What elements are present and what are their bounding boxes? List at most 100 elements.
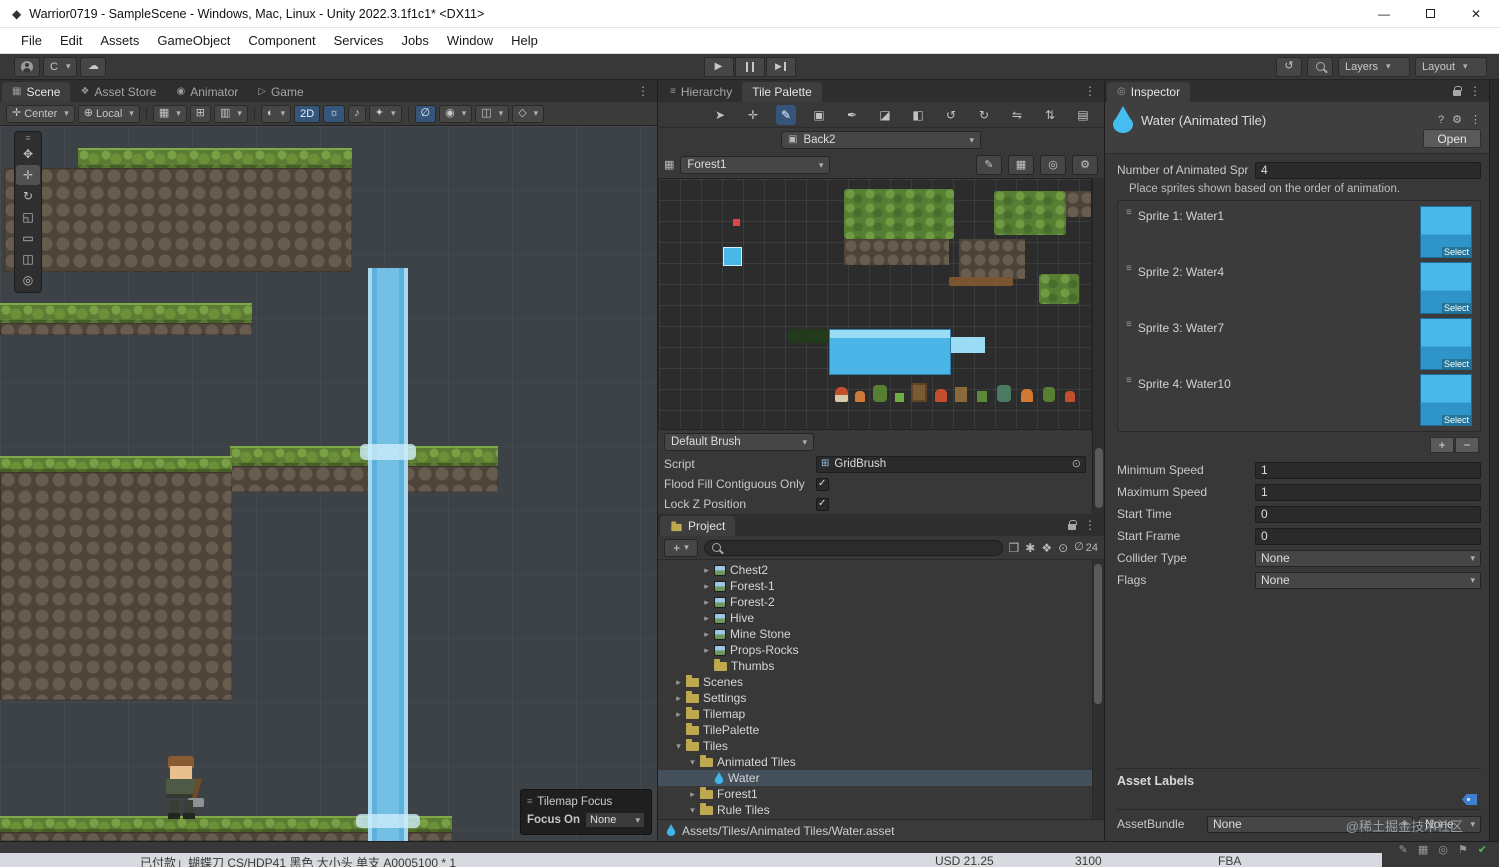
camera-settings-dropdown[interactable] xyxy=(439,104,473,123)
menu-jobs[interactable]: Jobs xyxy=(392,28,437,53)
presets-icon[interactable] xyxy=(1452,115,1462,126)
maximize-button[interactable] xyxy=(1407,0,1453,27)
select-button[interactable]: Select xyxy=(1441,247,1471,257)
drag-handle-icon[interactable] xyxy=(1126,208,1132,218)
hidden-items-toggle[interactable]: 24 xyxy=(1074,542,1098,554)
collapse-arrow-icon[interactable] xyxy=(686,805,699,816)
expand-arrow-icon[interactable] xyxy=(672,709,685,720)
tool-rotate-cw[interactable] xyxy=(974,105,994,125)
search-button[interactable] xyxy=(1307,56,1333,77)
tool-move-tiles[interactable] xyxy=(743,105,763,125)
component-view-dropdown[interactable] xyxy=(475,104,510,123)
create-asset-button[interactable]: + xyxy=(664,538,698,557)
tile-palette-grid[interactable] xyxy=(658,178,1092,430)
tree-item-selected[interactable]: Water xyxy=(658,770,1104,786)
tab-animator[interactable]: Animator xyxy=(166,82,248,102)
menu-assets[interactable]: Assets xyxy=(91,28,148,53)
open-button[interactable]: Open xyxy=(1423,129,1481,148)
expand-arrow-icon[interactable] xyxy=(700,629,713,640)
minimum-speed-field[interactable]: 1 xyxy=(1255,461,1481,479)
status-console-icon[interactable] xyxy=(1438,845,1448,856)
tree-item[interactable]: Chest2 xyxy=(658,562,1104,578)
object-picker-icon[interactable] xyxy=(1072,459,1081,470)
tab-asset-store[interactable]: Asset Store xyxy=(70,82,166,102)
snap-increment-dropdown[interactable] xyxy=(213,104,248,123)
drag-handle-icon[interactable] xyxy=(1126,320,1132,330)
layout-dropdown[interactable]: Layout xyxy=(1415,56,1487,77)
maximum-speed-field[interactable]: 1 xyxy=(1255,483,1481,501)
edit-palette-button[interactable] xyxy=(976,155,1002,175)
view-hand-tool[interactable] xyxy=(16,144,40,164)
status-grid-icon[interactable] xyxy=(1418,845,1428,856)
script-field[interactable]: GridBrush xyxy=(816,455,1086,473)
tree-item[interactable]: Forest-2 xyxy=(658,594,1104,610)
minimize-button[interactable]: — xyxy=(1361,0,1407,27)
tree-item[interactable]: TilePalette xyxy=(658,722,1104,738)
menu-edit[interactable]: Edit xyxy=(51,28,91,53)
tab-hierarchy[interactable]: Hierarchy xyxy=(660,82,742,102)
project-search[interactable] xyxy=(704,539,1003,556)
sprite-list-item[interactable]: Sprite 4: Water10 Select xyxy=(1124,373,1474,427)
sprite-list-item[interactable]: Sprite 1: Water1 Select xyxy=(1124,205,1474,259)
tab-scene[interactable]: Scene xyxy=(2,82,71,102)
tool-flip-y[interactable] xyxy=(1040,105,1060,125)
custom-tool[interactable] xyxy=(16,270,40,290)
flags-dropdown[interactable]: None xyxy=(1255,571,1481,589)
tool-eraser[interactable] xyxy=(875,105,895,125)
drag-handle-icon[interactable] xyxy=(1126,376,1132,386)
rect-tool[interactable] xyxy=(16,228,40,248)
scale-tool[interactable] xyxy=(16,207,40,227)
play-button[interactable] xyxy=(703,56,734,77)
tree-item[interactable]: Settings xyxy=(658,690,1104,706)
scrollbar-thumb[interactable] xyxy=(1094,564,1102,704)
expand-arrow-icon[interactable] xyxy=(700,597,713,608)
rotate-tool[interactable] xyxy=(16,186,40,206)
label-filter-icon[interactable] xyxy=(1041,542,1052,554)
cloud-project-dropdown[interactable]: C xyxy=(43,56,78,77)
brush-dropdown[interactable]: Default Brush xyxy=(664,433,814,451)
focus-on-dropdown[interactable]: None xyxy=(585,812,645,828)
active-target-dropdown[interactable]: Back2 xyxy=(781,131,981,149)
expand-arrow-icon[interactable] xyxy=(686,789,699,800)
scene-audio-toggle[interactable] xyxy=(348,104,366,123)
cloud-button[interactable] xyxy=(80,56,107,77)
tree-item[interactable]: Props-Rocks xyxy=(658,642,1104,658)
tree-item[interactable]: Tiles xyxy=(658,738,1104,754)
overlay-drag-handle-icon[interactable] xyxy=(25,134,30,143)
tree-item[interactable]: Forest1 xyxy=(658,786,1104,802)
handle-position-dropdown[interactable]: Center xyxy=(6,104,75,123)
sprite-list-item[interactable]: Sprite 2: Water4 Select xyxy=(1124,261,1474,315)
collapse-arrow-icon[interactable] xyxy=(686,757,699,768)
account-button[interactable] xyxy=(14,56,40,77)
tree-item[interactable]: Animated Tiles xyxy=(658,754,1104,770)
tool-flood-fill[interactable] xyxy=(908,105,928,125)
scene-menu-kebab-icon[interactable] xyxy=(637,85,649,97)
tool-select[interactable] xyxy=(710,105,730,125)
layers-dropdown[interactable]: Layers xyxy=(1338,56,1410,77)
expand-arrow-icon[interactable] xyxy=(672,677,685,688)
project-lock-icon[interactable] xyxy=(1068,520,1077,530)
select-button[interactable]: Select xyxy=(1441,303,1471,313)
project-kebab-icon[interactable] xyxy=(1084,519,1096,531)
start-frame-field[interactable]: 0 xyxy=(1255,527,1481,545)
tool-paint-brush[interactable] xyxy=(776,104,796,125)
menu-services[interactable]: Services xyxy=(325,28,393,53)
assetbundle-variant-dropdown[interactable]: None xyxy=(1419,815,1481,833)
lock-z-checkbox[interactable] xyxy=(816,497,829,511)
palette-gizmos-button[interactable] xyxy=(1040,155,1066,175)
2d-mode-toggle[interactable]: 2D xyxy=(294,104,321,123)
tree-item[interactable]: Hive xyxy=(658,610,1104,626)
tree-item[interactable]: Thumbs xyxy=(658,658,1104,674)
step-button[interactable] xyxy=(765,56,796,77)
count-field[interactable]: 4 xyxy=(1255,161,1481,179)
tree-item[interactable]: Tilemap xyxy=(658,706,1104,722)
tool-picker[interactable] xyxy=(842,105,862,125)
type-filter-icon[interactable] xyxy=(1058,542,1068,554)
menu-help[interactable]: Help xyxy=(502,28,547,53)
scene-lighting-toggle[interactable] xyxy=(323,104,346,123)
expand-arrow-icon[interactable] xyxy=(700,565,713,576)
tool-z-position[interactable] xyxy=(1073,105,1093,125)
menu-window[interactable]: Window xyxy=(438,28,502,53)
expand-arrow-icon[interactable] xyxy=(700,581,713,592)
sprite-thumbnail[interactable]: Select xyxy=(1420,206,1472,258)
